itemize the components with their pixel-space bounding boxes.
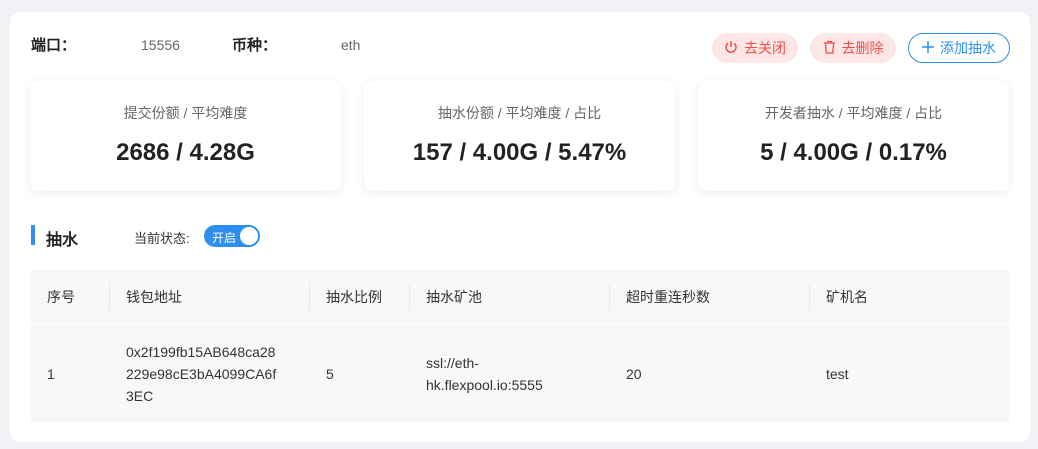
column-header-wallet: 钱包地址 bbox=[126, 288, 182, 305]
stat-card-value: 2686 / 4.28G bbox=[116, 139, 255, 166]
column-header-index: 序号 bbox=[47, 288, 75, 305]
cell-wallet-line: 3EC bbox=[126, 388, 154, 404]
delete-button-label: 去删除 bbox=[841, 40, 884, 56]
trash-icon bbox=[823, 40, 836, 57]
column-divider bbox=[309, 283, 310, 310]
column-divider bbox=[409, 283, 410, 310]
cell-ratio: 5 bbox=[326, 366, 334, 382]
stat-card-submitted: 提交份额 / 平均难度 2686 / 4.28G bbox=[30, 81, 341, 191]
column-divider bbox=[809, 283, 810, 310]
add-button-label: 添加抽水 bbox=[940, 40, 996, 56]
cell-wallet: 0x2f199fb15AB648ca28 229e98cE3bA4099CA6f… bbox=[126, 325, 306, 423]
table-row[interactable]: 1 0x2f199fb15AB648ca28 229e98cE3bA4099CA… bbox=[31, 325, 1009, 423]
stat-card-fee: 抽水份额 / 平均难度 / 占比 157 / 4.00G / 5.47% bbox=[364, 81, 675, 191]
coin-label: 币种： bbox=[232, 37, 278, 54]
cell-index: 1 bbox=[47, 366, 55, 382]
stat-card-value: 157 / 4.00G / 5.47% bbox=[412, 139, 627, 166]
add-button[interactable]: 添加抽水 bbox=[908, 33, 1010, 63]
plus-icon bbox=[922, 40, 934, 56]
close-button[interactable]: 去关闭 bbox=[712, 33, 798, 63]
column-header-pool: 抽水矿池 bbox=[426, 288, 482, 305]
delete-button[interactable]: 去删除 bbox=[810, 33, 896, 63]
power-icon bbox=[724, 40, 738, 57]
column-header-worker: 矿机名 bbox=[826, 288, 868, 305]
close-button-label: 去关闭 bbox=[744, 40, 786, 56]
column-divider bbox=[109, 283, 110, 310]
cell-timeout: 20 bbox=[626, 366, 642, 382]
cell-wallet-line: 0x2f199fb15AB648ca28 bbox=[126, 344, 276, 360]
column-header-timeout: 超时重连秒数 bbox=[626, 288, 710, 305]
table-header: 序号 钱包地址 抽水比例 抽水矿池 超时重连秒数 矿机名 bbox=[31, 269, 1009, 324]
status-label: 当前状态: bbox=[134, 231, 190, 246]
section-title: 抽水 bbox=[46, 232, 79, 249]
section-accent-bar bbox=[31, 225, 35, 245]
toggle-text: 开启 bbox=[212, 231, 237, 245]
coin-value: eth bbox=[341, 37, 361, 53]
stat-card-title: 提交份额 / 平均难度 bbox=[123, 105, 248, 121]
stat-card-title: 开发者抽水 / 平均难度 / 占比 bbox=[764, 105, 943, 121]
cell-wallet-line: 229e98cE3bA4099CA6f bbox=[126, 366, 277, 382]
port-value: 15556 bbox=[141, 37, 180, 53]
port-label: 端口： bbox=[31, 37, 77, 54]
cell-worker: test bbox=[826, 366, 849, 382]
fee-table: 序号 钱包地址 抽水比例 抽水矿池 超时重连秒数 矿机名 1 0x2f199fb… bbox=[31, 269, 1009, 423]
cell-pool: ssl://eth- hk.flexpool.io:5555 bbox=[426, 325, 606, 423]
cell-pool-line: hk.flexpool.io:5555 bbox=[426, 377, 543, 393]
stat-card-title: 抽水份额 / 平均难度 / 占比 bbox=[437, 105, 602, 121]
cell-pool-line: ssl://eth- bbox=[426, 355, 479, 371]
toggle-knob bbox=[240, 227, 258, 245]
column-header-ratio: 抽水比例 bbox=[326, 288, 382, 305]
status-toggle[interactable]: 开启 bbox=[204, 225, 260, 247]
stat-card-value: 5 / 4.00G / 0.17% bbox=[760, 139, 947, 166]
stat-card-dev-fee: 开发者抽水 / 平均难度 / 占比 5 / 4.00G / 0.17% bbox=[698, 81, 1009, 191]
column-divider bbox=[609, 283, 610, 310]
